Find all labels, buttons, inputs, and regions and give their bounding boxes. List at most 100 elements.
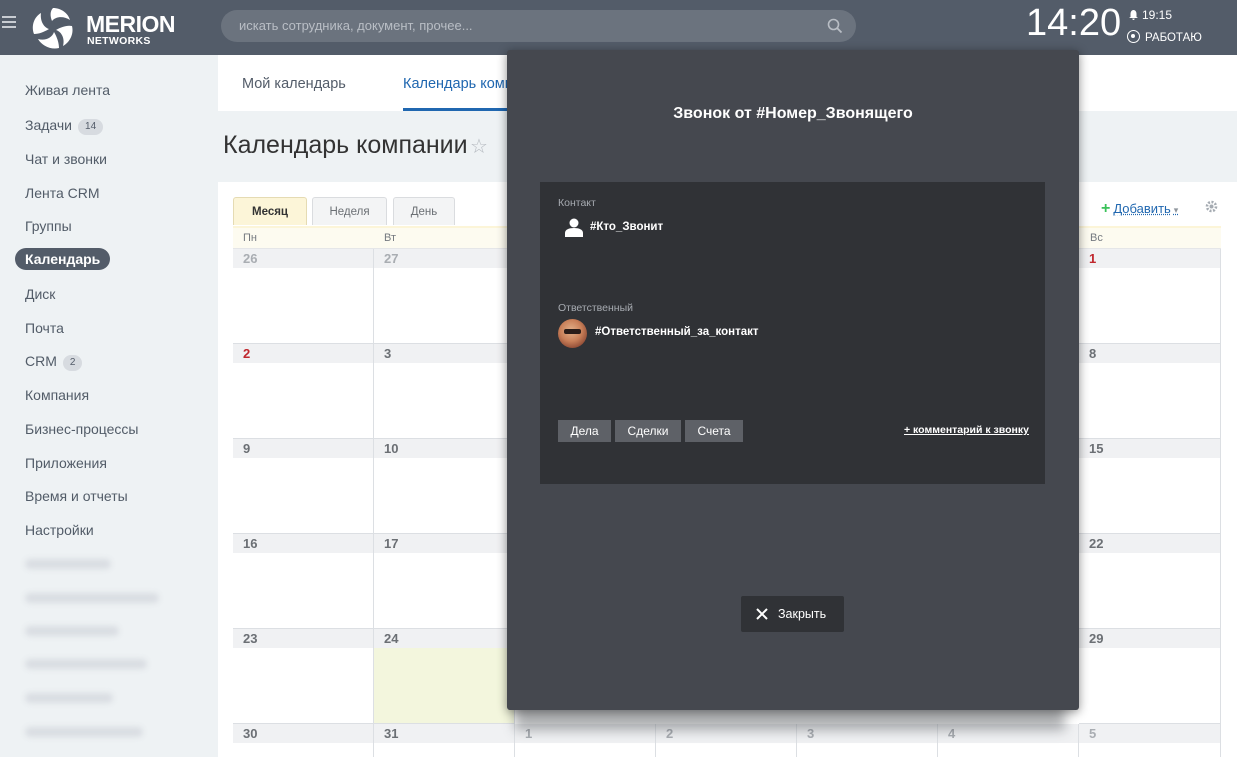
- work-status[interactable]: РАБОТАЮ: [1127, 30, 1202, 44]
- day-cell[interactable]: 27: [374, 249, 515, 344]
- close-button[interactable]: Закрыть: [741, 596, 844, 632]
- blurred-item: [25, 593, 159, 603]
- sidebar-item-settings[interactable]: Настройки: [25, 519, 94, 541]
- day-number: 1: [1089, 251, 1097, 266]
- blurred-item: [25, 559, 111, 569]
- day-cell[interactable]: 5: [1079, 724, 1221, 757]
- tasks-button[interactable]: Дела: [558, 420, 611, 442]
- sidebar-item-label: CRM: [25, 353, 57, 369]
- day-cell[interactable]: 23: [233, 629, 374, 724]
- status-icon: [1127, 30, 1140, 43]
- cell-header: [1079, 249, 1220, 268]
- day-cell[interactable]: 31: [374, 724, 515, 757]
- day-number: 16: [243, 536, 258, 551]
- day-number: 5: [1089, 726, 1097, 741]
- responsible-value[interactable]: #Ответственный_за_контакт: [595, 326, 758, 338]
- day-number: 9: [243, 441, 251, 456]
- sidebar-item-disk[interactable]: Диск: [25, 283, 55, 305]
- day-number: 22: [1089, 536, 1104, 551]
- day-cell[interactable]: 29: [1079, 629, 1221, 724]
- sidebar-item-label: Компания: [25, 387, 90, 403]
- sidebar-item-time-reports[interactable]: Время и отчеты: [25, 485, 128, 507]
- view-tab-month[interactable]: Месяц: [233, 197, 307, 225]
- sidebar-item-label: Чат и звонки: [25, 151, 107, 167]
- sidebar-item-label: Настройки: [25, 522, 94, 538]
- sidebar-item-chat[interactable]: Чат и звонки: [25, 148, 107, 170]
- day-number: 15: [1089, 441, 1104, 456]
- day-number: 26: [243, 251, 258, 266]
- sidebar-item-label: Диск: [25, 286, 56, 302]
- status-label: РАБОТАЮ: [1145, 32, 1202, 44]
- day-cell[interactable]: 22: [1079, 534, 1221, 629]
- sidebar-item-feed[interactable]: Живая лента: [25, 79, 110, 101]
- dow-sun: Вс: [1090, 232, 1103, 244]
- day-cell[interactable]: 17: [374, 534, 515, 629]
- day-number: 23: [243, 631, 258, 646]
- sidebar-item-label: Почта: [25, 320, 64, 336]
- day-cell[interactable]: 10: [374, 439, 515, 534]
- sidebar-item-groups[interactable]: Группы: [25, 215, 72, 237]
- day-number: 2: [243, 346, 251, 361]
- sidebar-item-mail[interactable]: Почта: [25, 317, 64, 339]
- plus-icon: +: [1101, 200, 1111, 217]
- contact-value[interactable]: #Кто_Звонит: [590, 221, 663, 233]
- dow-tue: Вт: [384, 232, 397, 244]
- call-info-panel: Контакт #Кто_Звонит Ответственный #Ответ…: [540, 182, 1045, 484]
- cell-header: [374, 344, 514, 363]
- search-input[interactable]: искать сотрудника, документ, прочее...: [221, 10, 856, 42]
- day-cell[interactable]: 2: [233, 344, 374, 439]
- logo-mark-icon: [32, 8, 73, 49]
- add-label: Добавить: [1113, 201, 1171, 216]
- day-cell[interactable]: 8: [1079, 344, 1221, 439]
- menu-icon[interactable]: [2, 16, 16, 28]
- search-placeholder: искать сотрудника, документ, прочее...: [239, 18, 473, 33]
- sidebar-item-bizproc[interactable]: Бизнес-процессы: [25, 418, 138, 440]
- tab-my-calendar[interactable]: Мой календарь: [242, 76, 346, 92]
- person-icon: [565, 218, 583, 237]
- gear-icon[interactable]: [1205, 200, 1218, 213]
- day-cell[interactable]: 30: [233, 724, 374, 757]
- alarm-label: 19:15: [1142, 8, 1173, 22]
- sidebar-item-label: Время и отчеты: [25, 488, 128, 504]
- top-header: MERION NETWORKS искать сотрудника, докум…: [0, 0, 1237, 55]
- day-number: 3: [384, 346, 392, 361]
- star-icon[interactable]: ☆: [470, 134, 488, 159]
- day-cell[interactable]: 26: [233, 249, 374, 344]
- logo-main-text: MERION: [86, 11, 176, 37]
- day-number: 8: [1089, 346, 1097, 361]
- sidebar-item-crm[interactable]: CRM 2: [25, 350, 83, 372]
- alarm-time[interactable]: 19:15: [1129, 8, 1172, 22]
- day-cell[interactable]: 3: [374, 344, 515, 439]
- close-icon: [756, 608, 768, 620]
- search-icon[interactable]: [826, 17, 844, 35]
- day-cell-today[interactable]: 24: [374, 629, 515, 724]
- day-cell[interactable]: 1: [1079, 249, 1221, 344]
- sidebar-item-label: Лента CRM: [25, 185, 100, 201]
- view-tab-day[interactable]: День: [393, 197, 455, 225]
- sidebar-item-apps[interactable]: Приложения: [25, 452, 107, 474]
- sidebar-item-company[interactable]: Компания: [25, 384, 89, 406]
- sidebar-item-calendar[interactable]: Календарь: [15, 248, 111, 270]
- avatar: [558, 319, 587, 348]
- blurred-item: [25, 626, 119, 636]
- day-number: 31: [384, 726, 399, 741]
- sidebar-item-crm-feed[interactable]: Лента CRM: [25, 182, 100, 204]
- day-number: 27: [384, 251, 399, 266]
- page-title: Календарь компании: [223, 131, 468, 159]
- add-comment-link[interactable]: + комментарий к звонку: [904, 424, 1029, 436]
- deals-button[interactable]: Сделки: [615, 420, 681, 442]
- day-number: 30: [243, 726, 258, 741]
- day-cell[interactable]: 16: [233, 534, 374, 629]
- day-number: 10: [384, 441, 399, 456]
- cell-header: [1079, 724, 1220, 743]
- logo[interactable]: MERION NETWORKS: [28, 4, 188, 50]
- day-cell[interactable]: 9: [233, 439, 374, 534]
- day-number: 17: [384, 536, 399, 551]
- day-cell[interactable]: 15: [1079, 439, 1221, 534]
- invoices-button[interactable]: Счета: [685, 420, 743, 442]
- add-event-button[interactable]: + Добавить ▾: [1101, 200, 1178, 218]
- cell-header: [233, 439, 373, 458]
- view-tab-week[interactable]: Неделя: [312, 197, 387, 225]
- sidebar-item-tasks[interactable]: Задачи 14: [25, 114, 104, 136]
- active-tab-underline: [403, 108, 513, 111]
